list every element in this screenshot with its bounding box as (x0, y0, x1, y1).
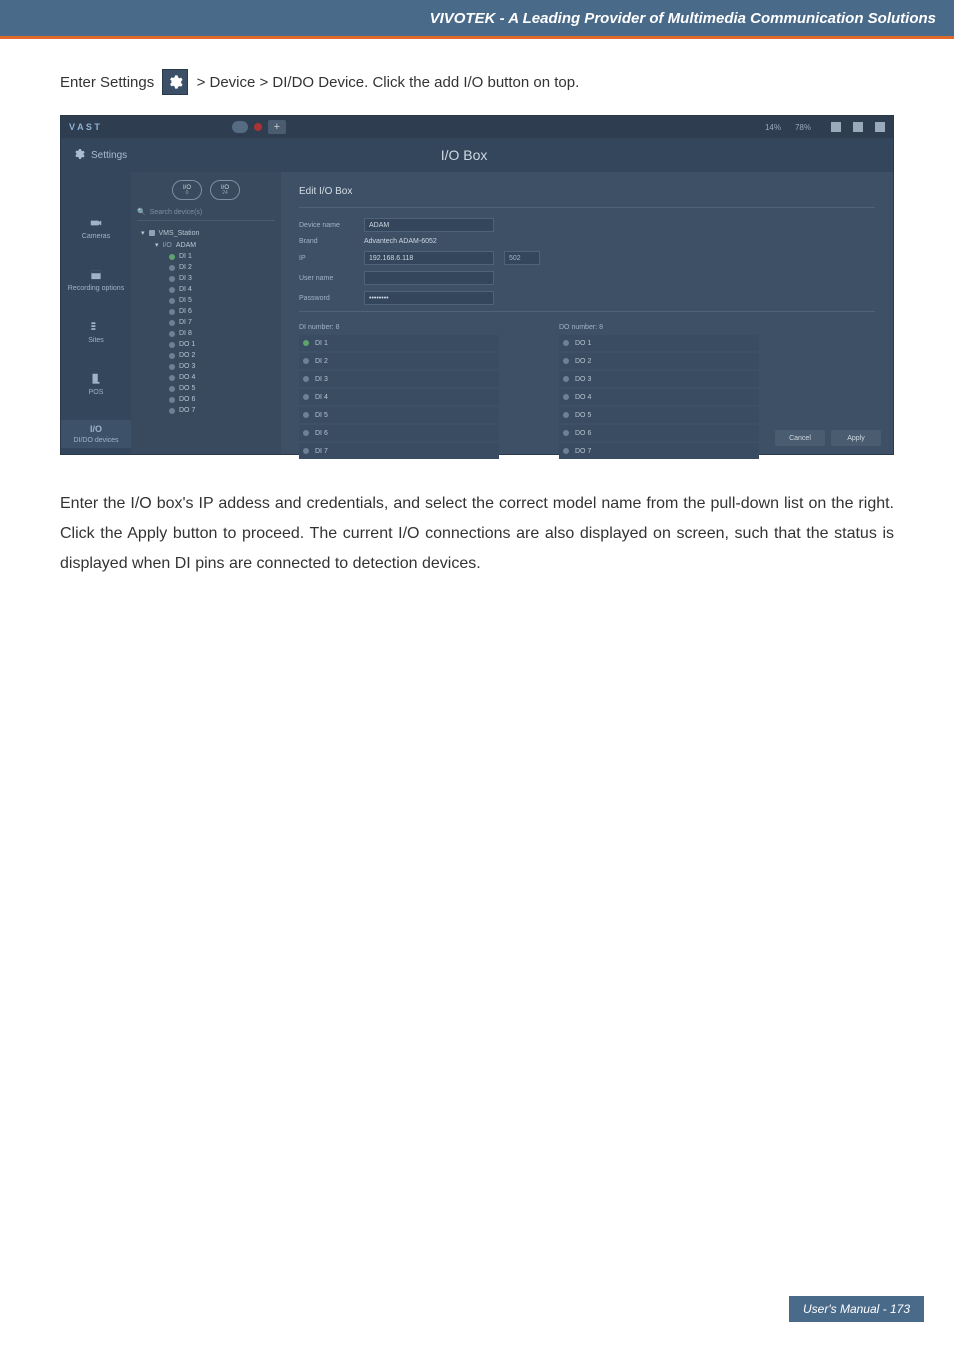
rail-recording[interactable]: Recording options (61, 264, 131, 296)
device-tree: I/O 0 I/O 24 🔍 Search device(s) ▾ (131, 172, 281, 454)
settings-breadcrumb[interactable]: Settings (91, 150, 127, 161)
do-row[interactable]: DO 4 (559, 389, 759, 405)
settings-gear-icon[interactable] (73, 148, 85, 163)
do-row[interactable]: DO 3 (559, 371, 759, 387)
tree-item[interactable]: DI 5 (165, 295, 275, 306)
page-footer: User's Manual - 173 (789, 1296, 924, 1322)
calendar-icon (88, 268, 104, 282)
device-name-label: Device name (299, 222, 354, 229)
header-title: VIVOTEK - A Leading Provider of Multimed… (430, 10, 936, 27)
do-column: DO number: 8 DO 1 DO 2 DO 3 DO 4 DO 5 DO… (559, 324, 759, 461)
gear-icon (162, 69, 188, 95)
io-filter-all[interactable]: I/O 24 (210, 180, 240, 200)
rail-cameras[interactable]: Cameras (61, 212, 131, 244)
mem-status: 78% (795, 123, 811, 132)
tree-item[interactable]: DO 7 (165, 405, 275, 416)
do-row[interactable]: DO 6 (559, 425, 759, 441)
tree-item[interactable]: DI 8 (165, 328, 275, 339)
app-screenshot: V A S T + 14% 78% Settings (60, 115, 894, 455)
tree-item[interactable]: DO 3 (165, 361, 275, 372)
search-icon: 🔍 (137, 208, 146, 216)
di-row[interactable]: DI 1 (299, 335, 499, 351)
di-row[interactable]: DI 6 (299, 425, 499, 441)
cancel-button[interactable]: Cancel (775, 430, 825, 446)
intro-after: > Device > DI/DO Device. Click the add I… (197, 74, 580, 91)
cpu-status: 14% (765, 123, 781, 132)
di-row[interactable]: DI 5 (299, 407, 499, 423)
tree-item[interactable]: DO 2 (165, 350, 275, 361)
do-row[interactable]: DO 5 (559, 407, 759, 423)
di-column: DI number: 8 DI 1 DI 2 DI 3 DI 4 DI 5 DI… (299, 324, 499, 461)
tree-item[interactable]: DO 5 (165, 383, 275, 394)
ip-field[interactable]: 192.168.6.118 (364, 251, 494, 265)
di-count: DI number: 8 (299, 324, 499, 331)
tree-root[interactable]: ▾ VMS_Station (137, 227, 275, 239)
io-filter-inactive[interactable]: I/O 0 (172, 180, 202, 200)
di-row[interactable]: DI 7 (299, 443, 499, 459)
do-count: DO number: 8 (559, 324, 759, 331)
sites-icon (88, 320, 104, 334)
username-field[interactable] (364, 271, 494, 285)
bell-icon[interactable] (853, 122, 863, 132)
gear-top-icon[interactable] (875, 122, 885, 132)
app-subheader: Settings I/O Box (61, 138, 893, 172)
tree-item[interactable]: DI 1 (165, 251, 275, 262)
intro-text: Enter Settings > Device > DI/DO Device. … (60, 69, 894, 97)
document-header: VIVOTEK - A Leading Provider of Multimed… (0, 0, 954, 36)
do-row[interactable]: DO 1 (559, 335, 759, 351)
tree-item[interactable]: DI 4 (165, 284, 275, 295)
rail-io[interactable]: I/O DI/DO devices (61, 420, 131, 448)
add-tab-button[interactable]: + (268, 120, 286, 134)
username-label: User name (299, 275, 354, 282)
password-field[interactable]: •••••••• (364, 291, 494, 305)
edit-io-panel: Edit I/O Box Device name ADAM Brand Adva… (281, 172, 893, 454)
tree-item[interactable]: DI 6 (165, 306, 275, 317)
tree-item[interactable]: DO 4 (165, 372, 275, 383)
panel-title: Edit I/O Box (299, 186, 875, 197)
tree-item[interactable]: DO 6 (165, 394, 275, 405)
brand-select[interactable]: Advantech ADAM-6052 (364, 238, 437, 245)
tree-item[interactable]: DI 7 (165, 317, 275, 328)
intro-before: Enter Settings (60, 74, 158, 91)
eye-icon[interactable] (232, 121, 248, 133)
di-row[interactable]: DI 2 (299, 353, 499, 369)
rail-sites[interactable]: Sites (61, 316, 131, 348)
tree-item[interactable]: DI 3 (165, 273, 275, 284)
app-titlebar: V A S T + 14% 78% (61, 116, 893, 138)
left-rail: Cameras Recording options Sites (61, 172, 131, 454)
search-input[interactable]: 🔍 Search device(s) (137, 208, 275, 221)
pos-icon (88, 372, 104, 386)
brand-label: Brand (299, 238, 354, 245)
device-name-field[interactable]: ADAM (364, 218, 494, 232)
port-field[interactable]: 502 (504, 251, 540, 265)
password-label: Password (299, 295, 354, 302)
tree-device[interactable]: ▾I/O ADAM (151, 239, 275, 251)
ip-label: IP (299, 255, 354, 262)
camera-icon (88, 216, 104, 230)
tree-item[interactable]: DO 1 (165, 339, 275, 350)
apply-button[interactable]: Apply (831, 430, 881, 446)
record-icon[interactable] (254, 123, 262, 131)
grid-icon[interactable] (831, 122, 841, 132)
tree-item[interactable]: DI 2 (165, 262, 275, 273)
rail-pos[interactable]: POS (61, 368, 131, 400)
app-logo: V A S T (69, 122, 100, 132)
body-paragraph: Enter the I/O box's IP addess and creden… (60, 489, 894, 579)
di-row[interactable]: DI 4 (299, 389, 499, 405)
di-row[interactable]: DI 3 (299, 371, 499, 387)
page-title: I/O Box (441, 147, 488, 163)
do-row[interactable]: DO 7 (559, 443, 759, 459)
do-row[interactable]: DO 2 (559, 353, 759, 369)
